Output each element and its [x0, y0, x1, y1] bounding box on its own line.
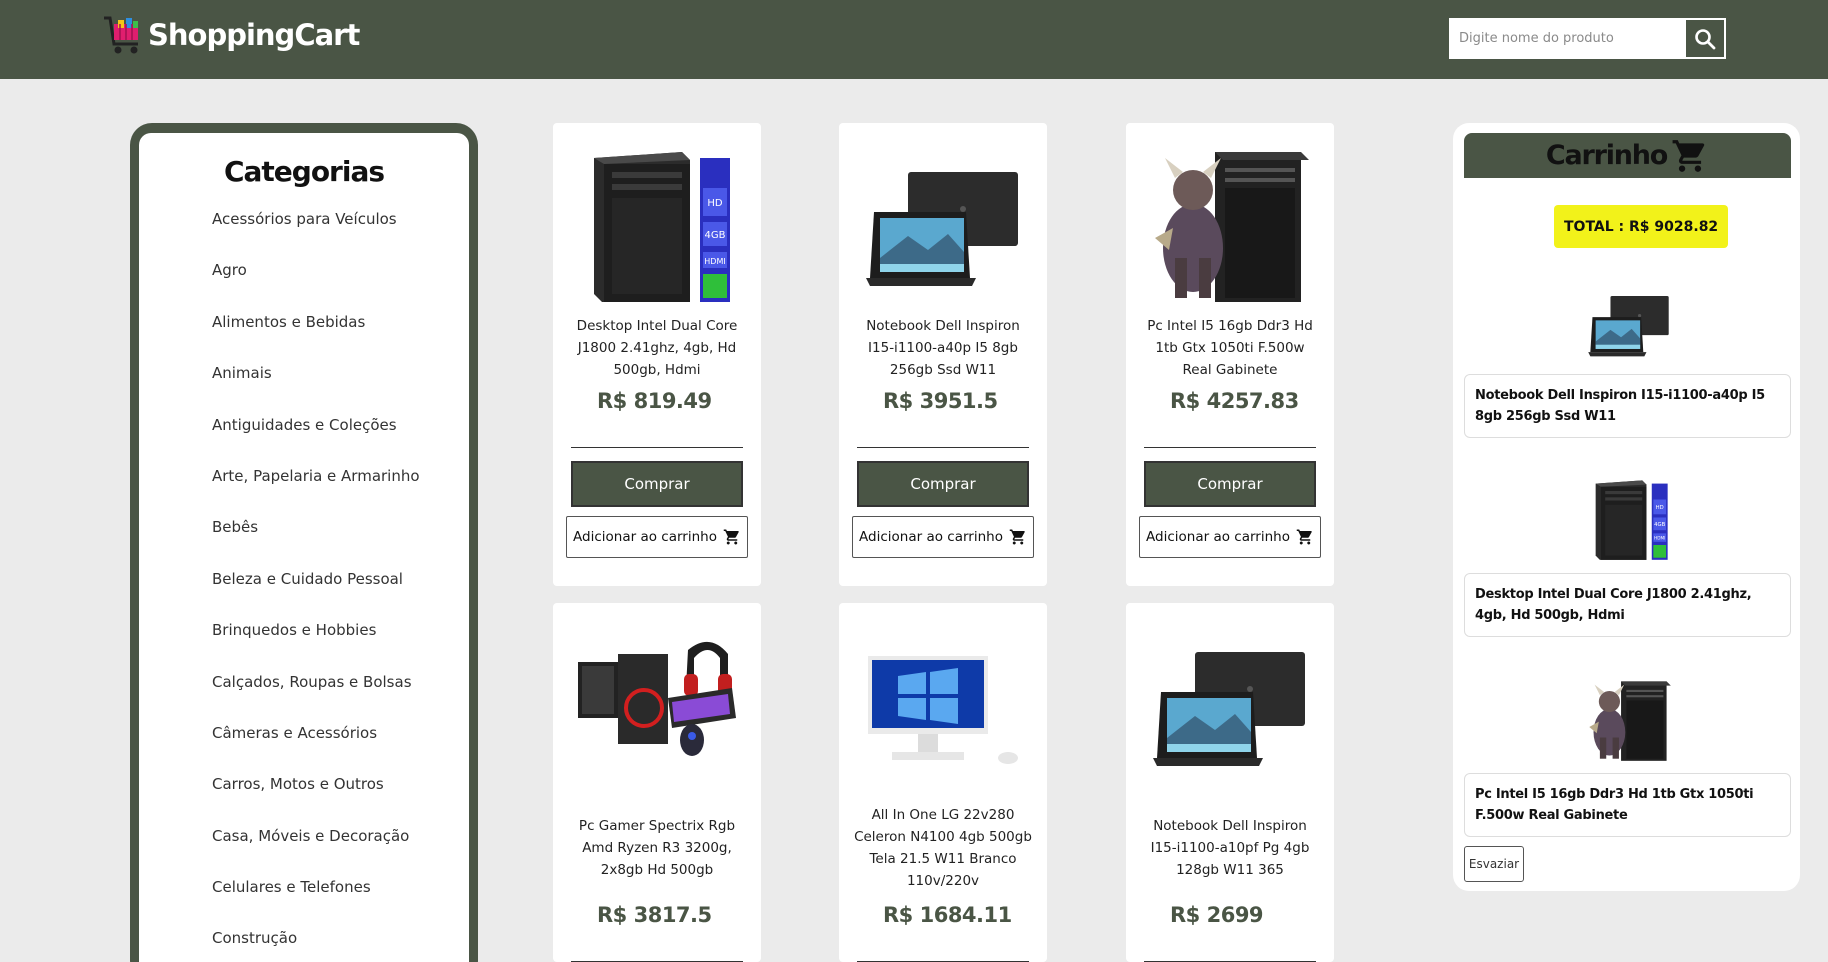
category-item[interactable]: Casa, Móveis e Decoração	[212, 825, 469, 876]
divider	[1144, 447, 1316, 448]
category-item[interactable]: Calçados, Roupas e Bolsas	[212, 671, 469, 722]
laptop-icon	[1145, 618, 1315, 788]
category-item[interactable]: Construção	[212, 927, 469, 962]
top-header: ShoppingCart	[0, 0, 1828, 79]
desktop-tower-icon	[1581, 473, 1677, 563]
buy-button[interactable]: Comprar	[857, 461, 1029, 507]
category-item[interactable]: Alimentos e Bebidas	[212, 311, 469, 362]
divider	[571, 447, 743, 448]
product-card: Pc Intel I5 16gb Ddr3 Hd 1tb Gtx 1050ti …	[1126, 123, 1334, 586]
product-price: R$ 819.49	[597, 389, 712, 413]
all-in-one-icon	[858, 618, 1028, 788]
empty-cart-button[interactable]: Esvaziar	[1464, 846, 1524, 882]
add-to-cart-label: Adicionar ao carrinho	[573, 529, 717, 545]
categories-panel: Categorias Acessórios para Veículos Agro…	[130, 123, 478, 962]
add-to-cart-label: Adicionar ao carrinho	[859, 529, 1003, 545]
cart-title: Carrinho	[1545, 140, 1669, 171]
categories-inner: Categorias Acessórios para Veículos Agro…	[139, 133, 469, 962]
laptop-icon	[1581, 278, 1677, 368]
categories-list: Acessórios para Veículos Agro Alimentos …	[139, 208, 469, 962]
product-card: Pc Gamer Spectrix Rgb Amd Ryzen R3 3200g…	[553, 603, 761, 962]
product-card: Desktop Intel Dual Core J1800 2.41ghz, 4…	[553, 123, 761, 586]
add-to-cart-button[interactable]: Adicionar ao carrinho	[566, 516, 748, 558]
gaming-tower-icon	[1581, 674, 1677, 764]
cart-icon	[1672, 139, 1705, 172]
buy-button[interactable]: Comprar	[1144, 461, 1316, 507]
cart-header: Carrinho	[1464, 133, 1791, 178]
product-card: Notebook Dell Inspiron I15-i1100-a40p I5…	[839, 123, 1047, 586]
category-item[interactable]: Câmeras e Acessórios	[212, 722, 469, 773]
cart-item-name: Pc Intel I5 16gb Ddr3 Hd 1tb Gtx 1050ti …	[1464, 773, 1791, 837]
add-to-cart-label: Adicionar ao carrinho	[1146, 529, 1290, 545]
buy-button[interactable]: Comprar	[571, 461, 743, 507]
product-name: Notebook Dell Inspiron I15-i1100-a10pf P…	[1150, 818, 1310, 878]
category-item[interactable]: Antiguidades e Coleções	[212, 414, 469, 465]
product-price: R$ 4257.83	[1170, 389, 1299, 413]
category-item[interactable]: Animais	[212, 362, 469, 413]
cart-item-name: Notebook Dell Inspiron I15-i1100-a40p I5…	[1464, 374, 1791, 438]
category-item[interactable]: Beleza e Cuidado Pessoal	[212, 568, 469, 619]
search-icon	[1695, 28, 1716, 49]
gaming-tower-icon	[1145, 138, 1315, 308]
product-card: All In One LG 22v280 Celeron N4100 4gb 5…	[839, 603, 1047, 962]
shopping-cart-logo-icon	[104, 16, 138, 54]
product-card: Notebook Dell Inspiron I15-i1100-a10pf P…	[1126, 603, 1334, 962]
categories-title: Categorias	[223, 155, 385, 188]
brand-logo[interactable]: ShoppingCart	[100, 12, 360, 58]
product-name: Pc Intel I5 16gb Ddr3 Hd 1tb Gtx 1050ti …	[1147, 318, 1313, 378]
laptop-icon	[858, 138, 1028, 308]
category-item[interactable]: Brinquedos e Hobbies	[212, 619, 469, 670]
product-price: R$ 1684.11	[883, 903, 1012, 927]
product-name: All In One LG 22v280 Celeron N4100 4gb 5…	[854, 807, 1032, 889]
desktop-tower-icon	[572, 138, 742, 308]
cart-icon	[723, 529, 739, 545]
category-item[interactable]: Agro	[212, 259, 469, 310]
brand-name: ShoppingCart	[148, 18, 360, 52]
add-to-cart-button[interactable]: Adicionar ao carrinho	[852, 516, 1034, 558]
cart-item-name: Desktop Intel Dual Core J1800 2.41ghz, 4…	[1464, 573, 1791, 637]
category-item[interactable]: Bebês	[212, 516, 469, 567]
product-name: Pc Gamer Spectrix Rgb Amd Ryzen R3 3200g…	[578, 818, 736, 878]
category-item[interactable]: Celulares e Telefones	[212, 876, 469, 927]
product-name: Notebook Dell Inspiron I15-i1100-a40p I5…	[866, 318, 1020, 378]
cart-icon	[1009, 529, 1025, 545]
product-price: R$ 3817.5	[597, 903, 712, 927]
search-input[interactable]	[1451, 20, 1686, 57]
category-item[interactable]: Acessórios para Veículos	[212, 208, 469, 259]
cart-total: TOTAL : R$ 9028.82	[1554, 205, 1729, 248]
add-to-cart-button[interactable]: Adicionar ao carrinho	[1139, 516, 1321, 558]
search-bar	[1449, 18, 1726, 59]
product-name: Desktop Intel Dual Core J1800 2.41ghz, 4…	[576, 318, 738, 378]
product-price: R$ 3951.5	[883, 389, 998, 413]
category-item[interactable]: Arte, Papelaria e Armarinho	[212, 465, 469, 516]
cart-panel: Carrinho TOTAL : R$ 9028.82 Notebook Del…	[1453, 123, 1800, 891]
product-price: R$ 2699	[1170, 903, 1264, 927]
divider	[857, 447, 1029, 448]
search-button[interactable]	[1686, 20, 1724, 57]
gamer-kit-icon	[572, 618, 742, 788]
cart-icon	[1296, 529, 1312, 545]
category-item[interactable]: Carros, Motos e Outros	[212, 773, 469, 824]
